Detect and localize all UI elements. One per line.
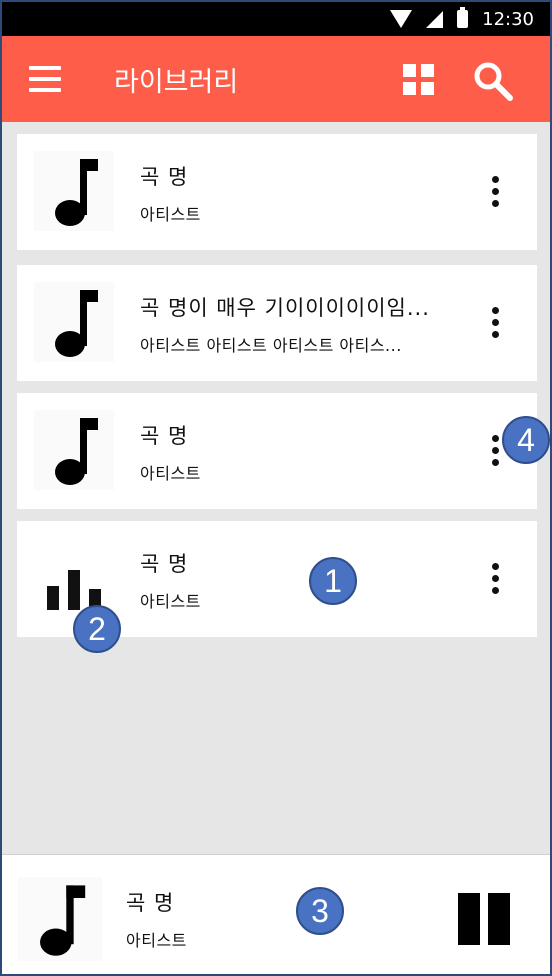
song-title: 곡 명이 매우 기이이이이이임... (140, 296, 430, 320)
search-icon[interactable] (472, 60, 514, 102)
wifi-icon (390, 10, 413, 28)
annotation-badge: 3 (296, 887, 344, 935)
music-note-icon (55, 290, 98, 357)
app-bar: 라이브러리 (2, 36, 550, 122)
song-artist: 아티스트 (140, 464, 201, 483)
player-title: 곡 명 (126, 891, 175, 915)
music-note-icon (55, 418, 98, 485)
battery-icon (457, 7, 469, 28)
more-vert-icon[interactable] (487, 563, 503, 597)
status-time: 12:30 (482, 8, 534, 30)
player-artist: 아티스트 (126, 931, 187, 950)
more-vert-icon[interactable] (487, 435, 503, 469)
status-bar: 12:30 (2, 2, 550, 36)
hamburger-icon[interactable] (29, 66, 61, 92)
now-playing-bar[interactable]: 곡 명 아티스트 (2, 854, 550, 974)
song-artist: 아티스트 (140, 592, 201, 611)
music-note-icon (40, 885, 86, 956)
pause-icon[interactable] (458, 893, 512, 945)
annotation-badge: 2 (73, 605, 121, 653)
album-thumbnail (34, 410, 114, 490)
song-item[interactable]: 곡 명이 매우 기이이이이이임... 아티스트 아티스트 아티스트 아티스... (17, 265, 537, 381)
song-title: 곡 명 (140, 552, 189, 576)
song-artist: 아티스트 아티스트 아티스트 아티스... (140, 336, 402, 355)
song-title: 곡 명 (140, 424, 189, 448)
annotation-badge: 4 (502, 416, 550, 464)
grid-icon[interactable] (403, 64, 434, 95)
page-title: 라이브러리 (114, 67, 239, 98)
album-thumbnail (34, 151, 114, 231)
more-vert-icon[interactable] (487, 307, 503, 341)
song-artist: 아티스트 (140, 205, 201, 224)
phone-screen: 12:30 라이브러리 곡 명 아티스트 곡 명이 매우 기이이이이이임... … (0, 0, 552, 976)
cell-signal-icon (426, 10, 444, 28)
music-note-icon (55, 159, 98, 226)
song-title: 곡 명 (140, 165, 189, 189)
album-thumbnail (34, 282, 114, 362)
song-item[interactable]: 곡 명 아티스트 (17, 393, 537, 509)
more-vert-icon[interactable] (487, 176, 503, 210)
album-thumbnail (18, 877, 102, 961)
annotation-badge: 1 (309, 557, 357, 605)
song-item[interactable]: 곡 명 아티스트 (17, 134, 537, 250)
